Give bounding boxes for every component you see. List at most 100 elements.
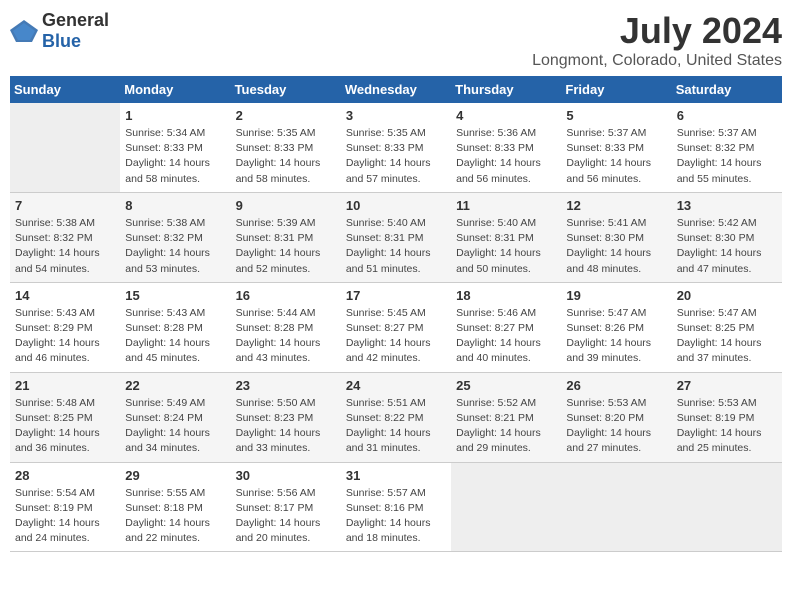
calendar-cell: 1 Sunrise: 5:34 AMSunset: 8:33 PMDaylight…: [120, 103, 230, 192]
calendar-cell: 25Sunrise: 5:52 AMSunset: 8:21 PMDayligh…: [451, 372, 561, 462]
day-number: 17: [346, 288, 446, 303]
day-number: 4: [456, 108, 556, 123]
day-info: Sunrise: 5:34 AMSunset: 8:33 PMDaylight:…: [125, 126, 225, 187]
day-number: 15: [125, 288, 225, 303]
day-info: Sunrise: 5:57 AMSunset: 8:16 PMDaylight:…: [346, 486, 446, 547]
day-info: Sunrise: 5:40 AMSunset: 8:31 PMDaylight:…: [346, 216, 446, 277]
page-header: General Blue July 2024 Longmont, Colorad…: [10, 10, 782, 70]
day-info: Sunrise: 5:38 AMSunset: 8:32 PMDaylight:…: [15, 216, 115, 277]
day-info: Sunrise: 5:53 AMSunset: 8:20 PMDaylight:…: [566, 396, 666, 457]
day-info: Sunrise: 5:47 AMSunset: 8:25 PMDaylight:…: [677, 306, 777, 367]
day-info: Sunrise: 5:35 AMSunset: 8:33 PMDaylight:…: [346, 126, 446, 187]
calendar-cell: 2 Sunrise: 5:35 AMSunset: 8:33 PMDaylight…: [231, 103, 341, 192]
day-number: 28: [15, 468, 115, 483]
day-number: 16: [236, 288, 336, 303]
day-of-week-thursday: Thursday: [451, 76, 561, 103]
generalblue-icon: [10, 20, 38, 42]
day-info: Sunrise: 5:40 AMSunset: 8:31 PMDaylight:…: [456, 216, 556, 277]
day-number: 6: [677, 108, 777, 123]
day-number: 21: [15, 378, 115, 393]
day-number: 31: [346, 468, 446, 483]
calendar-cell: 22 Sunrise: 5:49 AMSunset: 8:24 PMDayligh…: [120, 372, 230, 462]
calendar-cell: [561, 462, 671, 552]
day-number: 8: [125, 198, 225, 213]
day-of-week-monday: Monday: [120, 76, 230, 103]
day-info: Sunrise: 5:37 AMSunset: 8:32 PMDaylight:…: [677, 126, 777, 187]
day-number: 23: [236, 378, 336, 393]
calendar-cell: [10, 103, 120, 192]
calendar-cell: 20 Sunrise: 5:47 AMSunset: 8:25 PMDayligh…: [672, 282, 782, 372]
day-number: 12: [566, 198, 666, 213]
calendar-cell: 8 Sunrise: 5:38 AMSunset: 8:32 PMDaylight…: [120, 192, 230, 282]
calendar-cell: 17 Sunrise: 5:45 AMSunset: 8:27 PMDayligh…: [341, 282, 451, 372]
day-info: Sunrise: 5:50 AMSunset: 8:23 PMDaylight:…: [236, 396, 336, 457]
day-info: Sunrise: 5:35 AMSunset: 8:33 PMDaylight:…: [236, 126, 336, 187]
title-area: July 2024 Longmont, Colorado, United Sta…: [532, 10, 782, 70]
calendar-cell: 21 Sunrise: 5:48 AMSunset: 8:25 PMDayligh…: [10, 372, 120, 462]
day-info: Sunrise: 5:42 AMSunset: 8:30 PMDaylight:…: [677, 216, 777, 277]
day-number: 24: [346, 378, 446, 393]
day-number: 3: [346, 108, 446, 123]
day-of-week-wednesday: Wednesday: [341, 76, 451, 103]
day-info: Sunrise: 5:48 AMSunset: 8:25 PMDaylight:…: [15, 396, 115, 457]
calendar-cell: 13 Sunrise: 5:42 AMSunset: 8:30 PMDayligh…: [672, 192, 782, 282]
calendar-cell: 27 Sunrise: 5:53 AMSunset: 8:19 PMDayligh…: [672, 372, 782, 462]
day-info: Sunrise: 5:45 AMSunset: 8:27 PMDaylight:…: [346, 306, 446, 367]
day-of-week-tuesday: Tuesday: [231, 76, 341, 103]
calendar-cell: 14 Sunrise: 5:43 AMSunset: 8:29 PMDayligh…: [10, 282, 120, 372]
calendar-header: SundayMondayTuesdayWednesdayThursdayFrid…: [10, 76, 782, 103]
day-number: 5: [566, 108, 666, 123]
calendar-cell: 5 Sunrise: 5:37 AMSunset: 8:33 PMDaylight…: [561, 103, 671, 192]
day-info: Sunrise: 5:46 AMSunset: 8:27 PMDaylight:…: [456, 306, 556, 367]
day-info: Sunrise: 5:41 AMSunset: 8:30 PMDaylight:…: [566, 216, 666, 277]
day-number: 25: [456, 378, 556, 393]
main-title: July 2024: [532, 10, 782, 52]
day-info: Sunrise: 5:38 AMSunset: 8:32 PMDaylight:…: [125, 216, 225, 277]
calendar-cell: 11 Sunrise: 5:40 AMSunset: 8:31 PMDayligh…: [451, 192, 561, 282]
calendar-cell: 12 Sunrise: 5:41 AMSunset: 8:30 PMDayligh…: [561, 192, 671, 282]
week-row-2: 7 Sunrise: 5:38 AMSunset: 8:32 PMDaylight…: [10, 192, 782, 282]
day-number: 20: [677, 288, 777, 303]
calendar-cell: 29Sunrise: 5:55 AMSunset: 8:18 PMDayligh…: [120, 462, 230, 552]
day-number: 10: [346, 198, 446, 213]
calendar-cell: 24Sunrise: 5:51 AMSunset: 8:22 PMDayligh…: [341, 372, 451, 462]
calendar-cell: 23 Sunrise: 5:50 AMSunset: 8:23 PMDayligh…: [231, 372, 341, 462]
day-number: 30: [236, 468, 336, 483]
calendar-cell: 28 Sunrise: 5:54 AMSunset: 8:19 PMDayligh…: [10, 462, 120, 552]
subtitle: Longmont, Colorado, United States: [532, 52, 782, 70]
calendar-cell: 26Sunrise: 5:53 AMSunset: 8:20 PMDayligh…: [561, 372, 671, 462]
day-info: Sunrise: 5:43 AMSunset: 8:28 PMDaylight:…: [125, 306, 225, 367]
logo-text: General Blue: [42, 10, 109, 52]
calendar-cell: 10 Sunrise: 5:40 AMSunset: 8:31 PMDayligh…: [341, 192, 451, 282]
day-number: 1: [125, 108, 225, 123]
day-number: 7: [15, 198, 115, 213]
day-info: Sunrise: 5:43 AMSunset: 8:29 PMDaylight:…: [15, 306, 115, 367]
day-of-week-friday: Friday: [561, 76, 671, 103]
day-number: 11: [456, 198, 556, 213]
day-info: Sunrise: 5:55 AMSunset: 8:18 PMDaylight:…: [125, 486, 225, 547]
day-of-week-sunday: Sunday: [10, 76, 120, 103]
calendar-cell: 18 Sunrise: 5:46 AMSunset: 8:27 PMDayligh…: [451, 282, 561, 372]
day-number: 18: [456, 288, 556, 303]
day-info: Sunrise: 5:53 AMSunset: 8:19 PMDaylight:…: [677, 396, 777, 457]
calendar-cell: 15 Sunrise: 5:43 AMSunset: 8:28 PMDayligh…: [120, 282, 230, 372]
logo-blue: Blue: [42, 31, 81, 51]
day-info: Sunrise: 5:39 AMSunset: 8:31 PMDaylight:…: [236, 216, 336, 277]
calendar-cell: 3 Sunrise: 5:35 AMSunset: 8:33 PMDaylight…: [341, 103, 451, 192]
calendar-cell: 6 Sunrise: 5:37 AMSunset: 8:32 PMDaylight…: [672, 103, 782, 192]
day-number: 2: [236, 108, 336, 123]
day-number: 22: [125, 378, 225, 393]
day-info: Sunrise: 5:54 AMSunset: 8:19 PMDaylight:…: [15, 486, 115, 547]
day-info: Sunrise: 5:37 AMSunset: 8:33 PMDaylight:…: [566, 126, 666, 187]
calendar-cell: 9Sunrise: 5:39 AMSunset: 8:31 PMDaylight…: [231, 192, 341, 282]
day-info: Sunrise: 5:36 AMSunset: 8:33 PMDaylight:…: [456, 126, 556, 187]
day-number: 27: [677, 378, 777, 393]
logo-general: General: [42, 10, 109, 30]
day-number: 14: [15, 288, 115, 303]
calendar-cell: 30Sunrise: 5:56 AMSunset: 8:17 PMDayligh…: [231, 462, 341, 552]
day-info: Sunrise: 5:49 AMSunset: 8:24 PMDaylight:…: [125, 396, 225, 457]
day-number: 13: [677, 198, 777, 213]
day-of-week-saturday: Saturday: [672, 76, 782, 103]
calendar-table: SundayMondayTuesdayWednesdayThursdayFrid…: [10, 76, 782, 552]
week-row-5: 28 Sunrise: 5:54 AMSunset: 8:19 PMDayligh…: [10, 462, 782, 552]
